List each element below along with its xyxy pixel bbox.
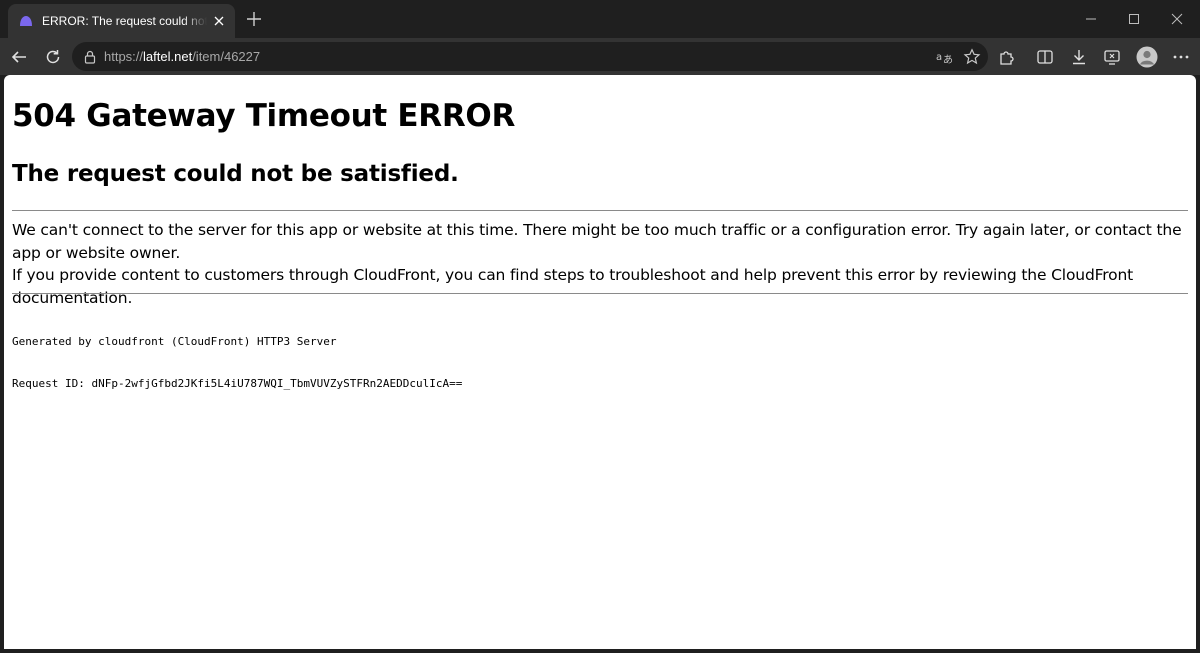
new-tab-icon[interactable] (244, 9, 264, 29)
back-arrow-icon[interactable] (7, 45, 31, 69)
active-tab[interactable]: ERROR: The request could not be satisfie… (8, 4, 235, 38)
url-text[interactable]: https://laftel.net/item/46227 (104, 49, 260, 64)
laftel-favicon-icon (18, 13, 34, 29)
translate-icon[interactable]: aあ (934, 46, 956, 68)
request-id-text: Request ID: dNFp-2wfjGfbd2JKfi5L4iU787WQ… (12, 377, 463, 390)
generated-by-text: Generated by cloudfront (CloudFront) HTT… (12, 335, 337, 348)
server-info: Generated by cloudfront (CloudFront) HTT… (12, 307, 462, 419)
more-icon[interactable] (1169, 45, 1193, 69)
divider (12, 293, 1188, 294)
close-icon[interactable] (1166, 8, 1188, 30)
svg-text:あ: あ (943, 54, 953, 65)
puzzle-icon[interactable] (995, 45, 1019, 69)
svg-text:a: a (936, 52, 942, 63)
download-icon[interactable] (1067, 45, 1091, 69)
error-message: We can't connect to the server for this … (12, 219, 1182, 309)
star-icon[interactable] (961, 46, 983, 68)
divider (12, 210, 1188, 211)
avatar-icon[interactable] (1135, 45, 1159, 69)
error-message-line-1: We can't connect to the server for this … (12, 221, 1182, 262)
browser-toolbar: https://laftel.net/item/46227 aあ (0, 38, 1200, 75)
address-bar[interactable]: https://laftel.net/item/46227 aあ (72, 42, 988, 71)
screenshot-icon[interactable] (1100, 45, 1124, 69)
tab-title: ERROR: The request could not be satisfie… (42, 14, 207, 28)
refresh-icon[interactable] (41, 45, 65, 69)
page-subtitle: The request could not be satisfied. (12, 161, 459, 187)
minimize-icon[interactable] (1080, 8, 1102, 30)
page-title: 504 Gateway Timeout ERROR (12, 98, 516, 134)
lock-icon[interactable] (82, 49, 98, 65)
tab-close-icon[interactable] (211, 13, 227, 29)
tab-strip: ERROR: The request could not be satisfie… (0, 0, 1200, 38)
maximize-icon[interactable] (1123, 8, 1145, 30)
split-screen-icon[interactable] (1033, 45, 1057, 69)
page-viewport: 504 Gateway Timeout ERROR The request co… (4, 75, 1196, 649)
error-message-line-2: If you provide content to customers thro… (12, 266, 1134, 307)
